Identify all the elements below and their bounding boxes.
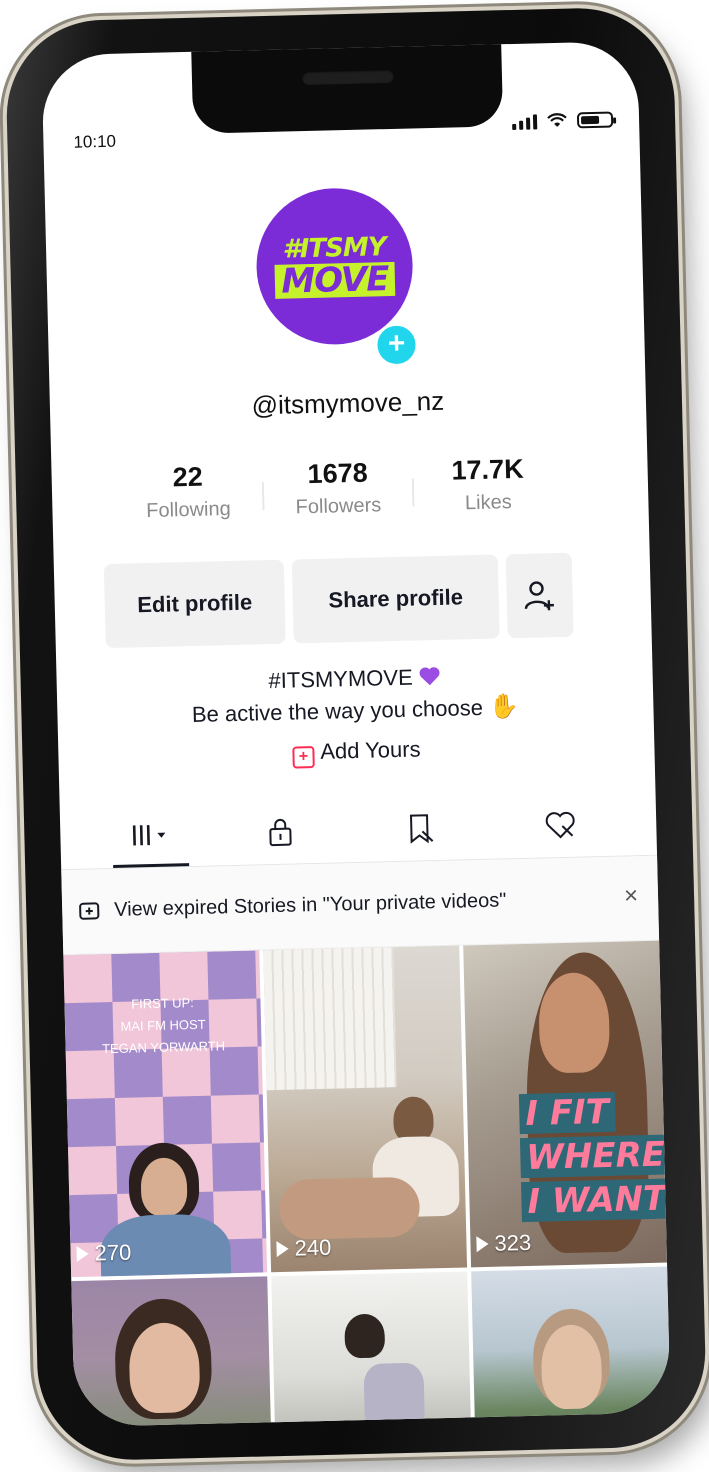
view-count: 323 <box>476 1230 531 1257</box>
stat-value: 1678 <box>307 457 369 490</box>
video-thumbnail[interactable]: I FIT WHERE I WANT 323 <box>463 940 668 1268</box>
video-overlay-text: FIRST UP: MAI FM HOST TEGAN YORWARTH <box>101 995 226 1057</box>
status-time: 10:10 <box>73 131 117 152</box>
notch <box>191 42 504 134</box>
add-user-icon <box>524 581 554 611</box>
wifi-icon <box>547 113 567 127</box>
purple-heart-icon <box>419 667 440 686</box>
stat-likes[interactable]: 17.7K Likes <box>417 453 558 516</box>
grid-icon <box>132 825 166 846</box>
stat-label: Followers <box>295 494 382 519</box>
person-leg <box>278 1176 421 1240</box>
stat-divider <box>261 482 265 511</box>
tab-private[interactable] <box>230 799 332 865</box>
expired-stories-banner[interactable]: View expired Stories in "Your private vi… <box>61 855 660 956</box>
tab-liked[interactable] <box>510 792 612 858</box>
person-face <box>140 1157 188 1217</box>
play-icon <box>76 1245 89 1262</box>
close-icon[interactable]: × <box>624 882 639 910</box>
video-thumbnail[interactable]: FIRST UP: MAI FM HOST TEGAN YORWARTH 270 <box>63 950 268 1278</box>
battery-icon <box>576 111 614 129</box>
play-icon <box>476 1235 489 1253</box>
share-profile-button[interactable]: Share profile <box>291 554 500 644</box>
signal-icon <box>512 114 538 131</box>
bookmark-hidden-icon <box>409 814 434 844</box>
stat-value: 22 <box>172 461 204 493</box>
tab-videos[interactable] <box>100 802 202 868</box>
status-icons <box>512 111 614 131</box>
add-yours-link[interactable]: + Add Yours <box>58 731 655 775</box>
stats-row: 22 Following 1678 Followers 17.7K Likes <box>117 453 558 524</box>
view-count: 240 <box>276 1235 332 1262</box>
stat-following[interactable]: 22 Following <box>117 460 258 523</box>
phone-screen: 10:10 #ITSMY MOVE + @itsmymove_nz 22 Fol… <box>41 40 671 1428</box>
person-body <box>363 1362 426 1428</box>
play-icon <box>276 1240 289 1258</box>
video-thumbnail[interactable]: 240 <box>263 945 468 1273</box>
lock-icon <box>269 818 292 847</box>
video-thumbnail[interactable] <box>271 1271 473 1428</box>
video-grid: FIRST UP: MAI FM HOST TEGAN YORWARTH 270… <box>63 940 671 1428</box>
edit-profile-button[interactable]: Edit profile <box>103 559 286 649</box>
heart-hidden-icon <box>545 811 575 839</box>
banner-text: View expired Stories in "Your private vi… <box>113 889 507 921</box>
bio: #ITSMYMOVE Be active the way you choose … <box>56 656 653 735</box>
view-count: 270 <box>76 1240 132 1267</box>
story-icon <box>79 902 100 920</box>
stat-divider <box>411 478 415 507</box>
person-head <box>344 1313 386 1359</box>
logo-text-line2: MOVE <box>274 259 395 302</box>
video-thumbnail[interactable] <box>471 1266 671 1428</box>
video-overlay-text: I FIT WHERE I WANT <box>518 1090 668 1226</box>
speaker <box>301 68 395 86</box>
phone-frame: 10:10 #ITSMY MOVE + @itsmymove_nz 22 Fol… <box>4 6 708 1462</box>
profile-actions: Edit profile Share profile <box>103 552 574 649</box>
stat-label: Following <box>145 497 231 523</box>
username: @itsmymove_nz <box>251 385 445 421</box>
avatar[interactable]: #ITSMY MOVE <box>254 186 415 347</box>
add-yours-icon: + <box>292 746 315 769</box>
stat-label: Likes <box>464 491 512 515</box>
stat-followers[interactable]: 1678 Followers <box>267 457 408 520</box>
clapping-hands-icon: ✋ <box>488 693 520 721</box>
logo-text-line1: #ITSMY <box>282 232 386 265</box>
video-thumbnail[interactable] <box>71 1276 273 1428</box>
add-friend-button[interactable] <box>505 552 574 639</box>
add-avatar-plus-icon[interactable]: + <box>373 322 420 368</box>
stat-value: 17.7K <box>451 453 524 486</box>
tab-favorites[interactable] <box>370 795 472 861</box>
window-blinds <box>263 947 397 1091</box>
